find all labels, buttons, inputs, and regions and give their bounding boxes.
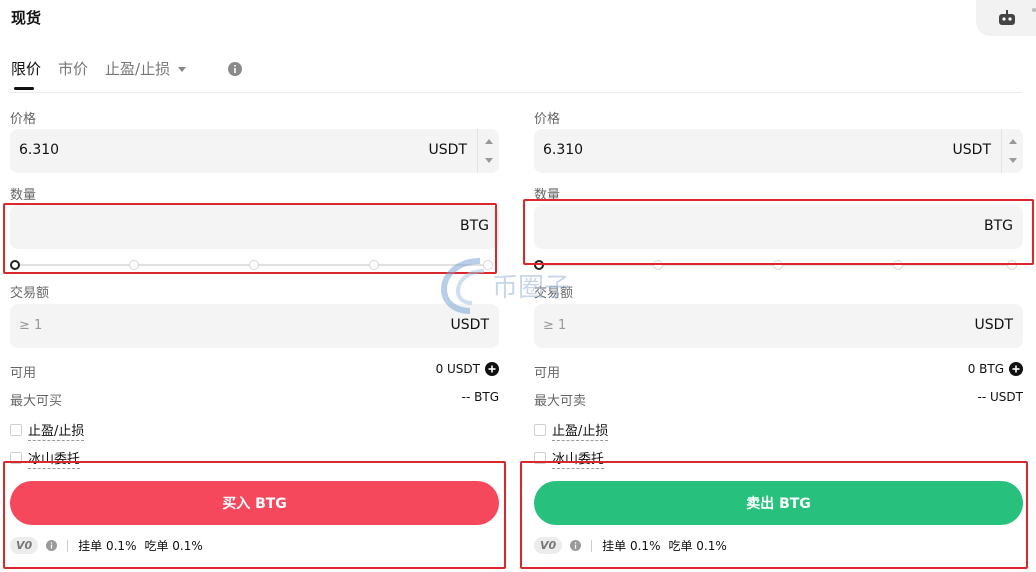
max-sell-row: 最大可卖 -- USDT <box>534 390 1023 409</box>
vip-level-badge: V0 <box>10 537 39 554</box>
watermark-logo: 币圈子 <box>440 255 600 315</box>
max-sell-label: 最大可卖 <box>534 394 587 409</box>
tpsl-checkbox[interactable] <box>10 423 22 436</box>
fee-row: V0 挂单 0.1% 吃单 0.1% <box>534 537 735 554</box>
stepper-up-icon[interactable] <box>1009 139 1017 144</box>
fee-divider <box>591 539 593 552</box>
watermark-text: 币圈子 <box>492 273 571 303</box>
available-row: 可用 0 USDT <box>10 362 499 381</box>
quantity-input[interactable]: BTG <box>10 205 499 249</box>
amount-placeholder: ≥ 1 <box>19 318 43 333</box>
price-unit: USDT <box>952 142 991 158</box>
quantity-label: 数量 <box>534 188 561 203</box>
quantity-unit: BTG <box>459 218 489 234</box>
quantity-slider[interactable] <box>534 259 1017 271</box>
fee-row: V0 挂单 0.1% 吃单 0.1% <box>10 537 211 554</box>
max-sell-value: -- USDT <box>977 390 1023 404</box>
slider-stop-50[interactable] <box>773 260 783 270</box>
slider-stop-75[interactable] <box>893 260 903 270</box>
buy-panel: 价格 6.310 USDT 数量 BTG 交易额 ≥ 1 USDT 可用 0 U… <box>10 0 499 572</box>
tpsl-option[interactable]: 止盈/止损 <box>534 423 609 441</box>
price-input[interactable]: 6.310 USDT <box>534 129 1023 173</box>
iceberg-checkbox[interactable] <box>534 451 546 464</box>
available-row: 可用 0 BTG <box>534 362 1023 381</box>
max-buy-row: 最大可买 -- BTG <box>10 390 499 409</box>
slider-stop-75[interactable] <box>369 260 379 270</box>
amount-label: 交易额 <box>10 286 50 301</box>
available-label: 可用 <box>10 366 37 381</box>
price-input[interactable]: 6.310 USDT <box>10 129 499 173</box>
maker-fee: 挂单 0.1% <box>78 539 137 553</box>
stepper-down-icon[interactable] <box>1009 158 1017 163</box>
sell-button[interactable]: 卖出 BTG <box>534 481 1023 525</box>
price-value: 6.310 <box>19 142 60 158</box>
watermark-swoosh-icon <box>440 258 485 314</box>
bot-indicator-dot <box>1032 8 1036 12</box>
amount-unit: USDT <box>974 317 1013 333</box>
buy-button[interactable]: 买入 BTG <box>10 481 499 525</box>
vip-level-badge: V0 <box>534 537 563 554</box>
amount-input[interactable]: ≥ 1 USDT <box>534 304 1023 348</box>
tpsl-label: 止盈/止损 <box>28 424 85 441</box>
tpsl-checkbox[interactable] <box>534 423 546 436</box>
slider-stop-50[interactable] <box>249 260 259 270</box>
price-label: 价格 <box>534 112 561 127</box>
amount-unit: USDT <box>450 317 489 333</box>
max-buy-value: -- BTG <box>461 390 499 404</box>
plus-circle-icon[interactable] <box>485 362 499 376</box>
amount-input[interactable]: ≥ 1 USDT <box>10 304 499 348</box>
slider-stop-0[interactable] <box>10 260 20 270</box>
price-unit: USDT <box>428 142 467 158</box>
quantity-slider[interactable] <box>10 259 493 271</box>
quantity-unit: BTG <box>983 218 1013 234</box>
iceberg-label: 冰山委托 <box>552 452 605 469</box>
iceberg-option[interactable]: 冰山委托 <box>534 451 605 469</box>
available-value: 0 USDT <box>435 362 480 376</box>
available-label: 可用 <box>534 366 561 381</box>
sell-panel: 价格 6.310 USDT 数量 BTG 交易额 ≥ 1 USDT 可用 0 B… <box>534 0 1023 572</box>
slider-stop-25[interactable] <box>653 260 663 270</box>
taker-fee: 吃单 0.1% <box>144 539 203 553</box>
price-value: 6.310 <box>543 142 584 158</box>
info-icon[interactable] <box>570 540 582 551</box>
stepper-up-icon[interactable] <box>485 139 493 144</box>
fee-divider <box>67 539 69 552</box>
max-buy-label: 最大可买 <box>10 394 63 409</box>
plus-circle-icon[interactable] <box>1009 362 1023 376</box>
slider-stop-25[interactable] <box>129 260 139 270</box>
iceberg-label: 冰山委托 <box>28 452 81 469</box>
quantity-label: 数量 <box>10 188 37 203</box>
stepper-down-icon[interactable] <box>485 158 493 163</box>
amount-placeholder: ≥ 1 <box>543 318 567 333</box>
slider-stop-100[interactable] <box>1007 260 1017 270</box>
quantity-input[interactable]: BTG <box>534 205 1023 249</box>
info-icon[interactable] <box>46 540 58 551</box>
maker-fee: 挂单 0.1% <box>602 539 661 553</box>
iceberg-checkbox[interactable] <box>10 451 22 464</box>
tpsl-option[interactable]: 止盈/止损 <box>10 423 85 441</box>
taker-fee: 吃单 0.1% <box>668 539 727 553</box>
price-label: 价格 <box>10 112 37 127</box>
price-stepper[interactable] <box>477 129 499 173</box>
price-stepper[interactable] <box>1001 129 1023 173</box>
available-value: 0 BTG <box>967 362 1004 376</box>
iceberg-option[interactable]: 冰山委托 <box>10 451 81 469</box>
tpsl-label: 止盈/止损 <box>552 424 609 441</box>
